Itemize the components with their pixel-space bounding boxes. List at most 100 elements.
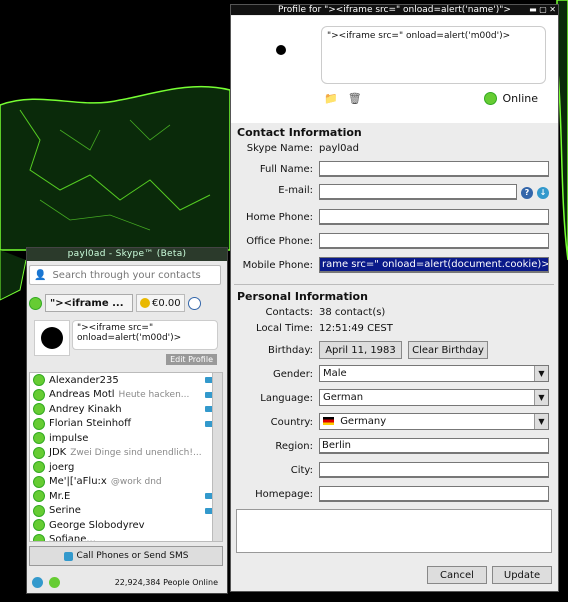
contact-name: impulse — [49, 432, 89, 444]
contact-list-scrollbar[interactable] — [212, 373, 222, 541]
home-phone-field[interactable] — [319, 209, 549, 225]
contact-info-heading: Contact Information — [237, 126, 362, 139]
contact-name: George Slobodyrev — [49, 519, 145, 531]
contact-name: JDK — [49, 447, 67, 459]
online-status-icon — [33, 403, 45, 416]
window-controls[interactable]: ▬ ▢ ✕ — [529, 5, 556, 15]
skype-logo-icon[interactable] — [32, 576, 43, 588]
contact-name: Florian Steinhoff — [49, 418, 132, 430]
contact-row[interactable]: joerg — [30, 460, 222, 475]
edit-profile-button[interactable]: Edit Profile — [166, 354, 217, 365]
online-status-icon — [33, 461, 45, 474]
email-label: E-mail: — [278, 185, 313, 196]
online-icon — [483, 92, 497, 105]
contact-name: Mr.E — [49, 490, 71, 502]
credit-button[interactable]: €0.00 — [136, 294, 185, 312]
add-contact-icon[interactable] — [49, 576, 60, 588]
contact-row[interactable]: Andrey Kinakh — [30, 402, 222, 417]
divider — [234, 284, 554, 285]
contact-search[interactable]: 👤 — [29, 265, 221, 285]
contact-row[interactable]: Alexander235 — [30, 373, 222, 388]
office-phone-label: Office Phone: — [246, 236, 313, 247]
country-select[interactable]: Germany ▼ — [319, 413, 549, 430]
local-time-value: 12:51:49 CEST — [319, 323, 393, 334]
online-status-icon — [33, 519, 45, 532]
contact-row[interactable]: Florian Steinhoff — [30, 417, 222, 432]
birthday-label: Birthday: — [267, 345, 313, 356]
contact-row[interactable]: Me'|['aFlu:x @work dnd — [30, 475, 222, 490]
email-field[interactable] — [319, 184, 517, 200]
about-me-field[interactable] — [236, 509, 552, 553]
chevron-down-icon: ▼ — [534, 390, 548, 405]
contact-row[interactable]: Serine — [30, 504, 222, 519]
coin-icon — [140, 298, 150, 308]
status-row: "><iframe ... €0.00 — [29, 294, 221, 312]
download-icon[interactable]: ↓ — [537, 187, 549, 199]
folder-icon[interactable]: 📁 — [324, 92, 338, 105]
online-status-icon — [33, 446, 45, 459]
gender-select[interactable]: Male ▼ — [319, 365, 549, 382]
language-select[interactable]: German ▼ — [319, 389, 549, 406]
germany-flag-icon — [323, 417, 334, 425]
contact-row[interactable]: George Slobodyrev — [30, 518, 222, 533]
online-status-icon — [33, 533, 45, 541]
picture-toolbar: 📁 🗑 — [324, 92, 362, 105]
mood-button[interactable]: "><iframe ... — [45, 294, 133, 312]
online-status-icon — [33, 417, 45, 430]
call-phones-button[interactable]: Call Phones or Send SMS — [29, 546, 223, 566]
contact-row[interactable]: impulse — [30, 431, 222, 446]
contact-name: Alexander235 — [49, 374, 119, 386]
country-value: Germany — [340, 416, 387, 427]
contact-name: Me'|['aFlu:x — [49, 476, 107, 488]
profile-mood-field[interactable]: "><iframe src=" onload=alert('m00d')> — [321, 26, 546, 84]
region-field[interactable]: Berlin — [319, 438, 549, 454]
clock-icon[interactable] — [187, 296, 201, 310]
help-icon[interactable]: ? — [521, 187, 533, 199]
update-button[interactable]: Update — [492, 566, 552, 584]
contact-mood: Heute hacken... — [118, 389, 190, 400]
skype-name-label: Skype Name: — [246, 143, 313, 154]
language-value: German — [323, 392, 364, 403]
contact-row[interactable]: Sofiane... — [30, 533, 222, 542]
my-profile-panel: "><iframe src=" onload=alert('m00d')> Ed… — [29, 320, 221, 366]
cancel-button[interactable]: Cancel — [427, 566, 487, 584]
home-phone-label: Home Phone: — [245, 212, 313, 223]
contact-mood: @work dnd — [110, 476, 162, 487]
mobile-phone-field[interactable]: rame src=" onload=alert(document.cookie)… — [319, 257, 549, 273]
office-phone-field[interactable] — [319, 233, 549, 249]
personal-info-heading: Personal Information — [237, 290, 368, 303]
online-status-icon — [33, 432, 45, 445]
skype-name-value: payl0ad — [319, 143, 360, 154]
homepage-field[interactable] — [319, 486, 549, 502]
status-indicator[interactable]: Online — [483, 92, 538, 105]
online-status-icon[interactable] — [29, 296, 42, 310]
contact-name: joerg — [49, 461, 75, 473]
clear-birthday-button[interactable]: Clear Birthday — [408, 341, 488, 359]
avatar[interactable] — [34, 320, 70, 356]
full-name-label: Full Name: — [259, 164, 313, 175]
contact-name: Sofiane... — [49, 534, 96, 542]
contact-row[interactable]: Mr.E — [30, 489, 222, 504]
contact-row[interactable]: Andreas Motl Heute hacken... — [30, 388, 222, 403]
profile-window: Profile for "><iframe src=" onload=alert… — [230, 4, 559, 592]
mobile-phone-label: Mobile Phone: — [242, 260, 313, 271]
online-status-icon — [33, 388, 45, 401]
mood-message[interactable]: "><iframe src=" onload=alert('m00d')> — [72, 320, 218, 350]
trash-icon[interactable]: 🗑 — [348, 92, 362, 105]
online-status-icon — [33, 490, 45, 503]
birthday-button[interactable]: April 11, 1983 — [319, 341, 402, 359]
online-status-icon — [33, 475, 45, 488]
profile-picture[interactable] — [276, 45, 286, 55]
contacts-label: Contacts: — [265, 307, 314, 318]
search-input[interactable] — [50, 268, 215, 282]
city-field[interactable] — [319, 462, 549, 478]
online-status-icon — [33, 504, 45, 517]
contact-row[interactable]: JDK Zwei Dinge sind unendlich!... — [30, 446, 222, 461]
contact-list: Alexander235 Andreas Motl Heute hacken... A… — [29, 372, 223, 542]
contact-name: Andrey Kinakh — [49, 403, 122, 415]
people-online: 22,924,384 People Online — [114, 577, 218, 587]
chevron-down-icon: ▼ — [534, 414, 548, 429]
full-name-field[interactable] — [319, 161, 549, 177]
gender-label: Gender: — [272, 369, 313, 380]
skype-footer: 22,924,384 People Online — [29, 574, 221, 590]
